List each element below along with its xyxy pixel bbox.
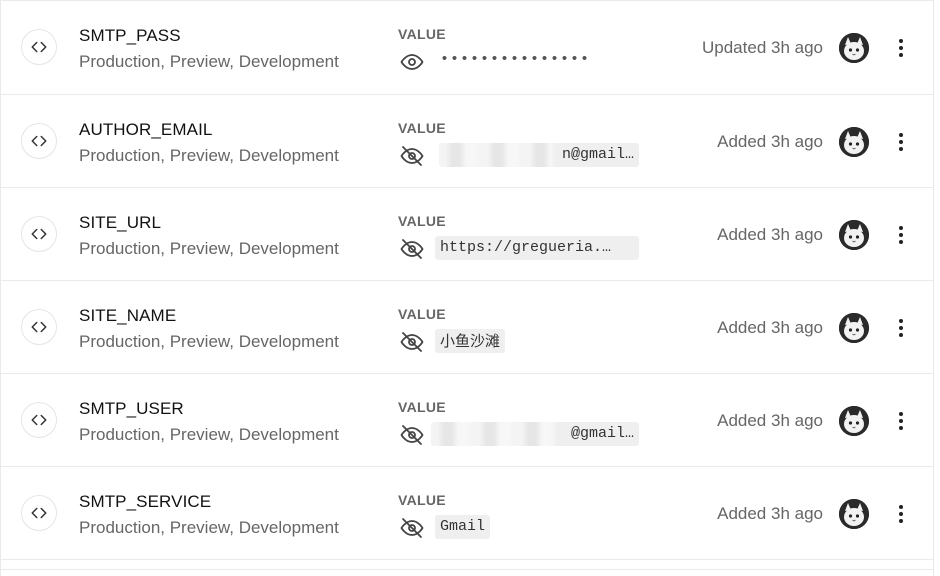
env-var-value-text: @gmail… (570, 425, 634, 442)
more-vertical-icon[interactable] (889, 33, 913, 63)
eye-off-icon[interactable] (400, 237, 424, 261)
env-var-value: n@gmail… (439, 143, 639, 167)
env-var-value: Gmail (435, 515, 491, 539)
updated-status: Updated 3h ago (702, 38, 823, 57)
more-vertical-icon[interactable] (889, 406, 913, 436)
eye-icon[interactable] (400, 50, 424, 74)
env-var-name: SMTP_USER (79, 399, 184, 418)
more-vertical-icon[interactable] (889, 127, 913, 157)
added-status: Added 3h ago (717, 411, 823, 430)
added-status: Added 3h ago (717, 225, 823, 244)
avatar (839, 406, 869, 436)
env-var-value: @gmail… (431, 422, 639, 446)
eye-off-icon[interactable] (400, 330, 424, 354)
env-var-row: SITE_NAME Production, Preview, Developme… (1, 281, 933, 374)
env-var-targets: Production, Preview, Development (79, 146, 339, 165)
eye-off-icon[interactable] (400, 423, 424, 447)
more-vertical-icon[interactable] (889, 499, 913, 529)
code-brackets-icon (21, 495, 57, 531)
eye-off-icon[interactable] (400, 144, 424, 168)
env-var-list: SMTP_PASS Production, Preview, Developme… (0, 0, 934, 576)
avatar (839, 127, 869, 157)
avatar (839, 313, 869, 343)
eye-off-icon[interactable] (400, 516, 424, 540)
more-vertical-icon[interactable] (889, 220, 913, 250)
env-var-value: ••••••••••••••• (440, 51, 591, 68)
env-var-name: SMTP_PASS (79, 26, 181, 45)
env-var-row: SMTP_SERVICE Production, Preview, Develo… (1, 467, 933, 560)
code-brackets-icon (21, 402, 57, 438)
added-status: Added 3h ago (717, 132, 823, 151)
added-status: Added 3h ago (717, 318, 823, 337)
env-var-row: SMTP_USER Production, Preview, Developme… (1, 374, 933, 467)
value-label: VALUE (398, 306, 446, 322)
value-label: VALUE (398, 120, 446, 136)
more-vertical-icon[interactable] (889, 313, 913, 343)
added-status: Added 3h ago (717, 504, 823, 523)
env-var-targets: Production, Preview, Development (79, 52, 339, 71)
env-var-targets: Production, Preview, Development (79, 518, 339, 537)
env-var-row-partial (1, 560, 933, 570)
env-var-row: SMTP_PASS Production, Preview, Developme… (1, 0, 933, 95)
code-brackets-icon (21, 123, 57, 159)
env-var-value-text: n@gmail… (561, 146, 634, 163)
env-var-name: SITE_URL (79, 213, 162, 232)
code-brackets-icon (21, 29, 57, 65)
value-label: VALUE (398, 492, 446, 508)
value-label: VALUE (398, 399, 446, 415)
code-brackets-icon (21, 309, 57, 345)
env-var-row: SITE_URL Production, Preview, Developmen… (1, 188, 933, 281)
env-var-name: AUTHOR_EMAIL (79, 120, 213, 139)
env-var-row: AUTHOR_EMAIL Production, Preview, Develo… (1, 95, 933, 188)
env-var-value: https://gregueria.… (435, 236, 639, 260)
env-var-value: 小鱼沙滩 (435, 329, 506, 353)
env-var-targets: Production, Preview, Development (79, 332, 339, 351)
avatar (839, 33, 869, 63)
value-label: VALUE (398, 213, 446, 229)
value-label: VALUE (398, 26, 446, 42)
avatar (839, 499, 869, 529)
code-brackets-icon (21, 216, 57, 252)
env-var-name: SMTP_SERVICE (79, 492, 212, 511)
env-var-name: SITE_NAME (79, 306, 177, 325)
avatar (839, 220, 869, 250)
env-var-targets: Production, Preview, Development (79, 239, 339, 258)
env-var-targets: Production, Preview, Development (79, 425, 339, 444)
